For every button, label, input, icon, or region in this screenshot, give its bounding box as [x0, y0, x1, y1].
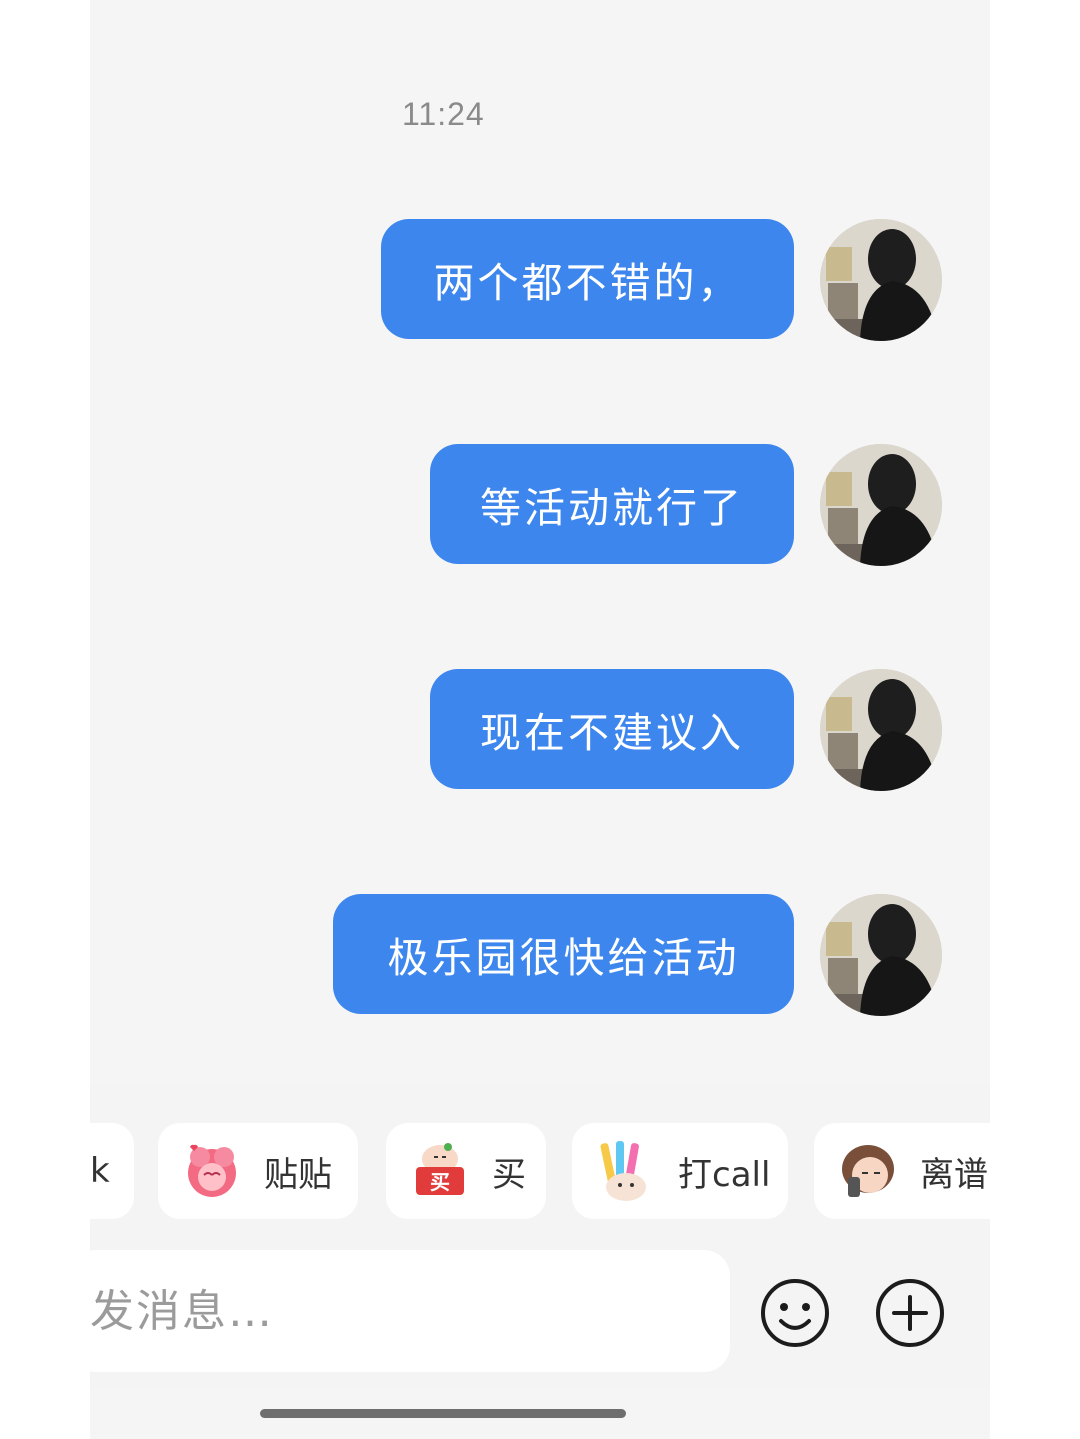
message-row: 两个都不错的， — [90, 219, 990, 341]
message-bubble[interactable]: 等活动就行了 — [430, 444, 794, 564]
quick-reply-label: 买 — [492, 1154, 526, 1195]
avatar-image — [820, 219, 942, 341]
avatar-image — [820, 669, 942, 791]
girl-phone-sticker-icon — [842, 1145, 894, 1197]
quick-reply-chip[interactable]: 打call — [572, 1123, 788, 1219]
quick-reply-chip[interactable]: 买 买 — [386, 1123, 546, 1219]
avatar-image — [820, 894, 942, 1016]
message-timestamp: 11:24 — [402, 96, 485, 132]
message-row: 等活动就行了 — [90, 444, 990, 566]
quick-reply-label: 打call — [678, 1154, 771, 1195]
avatar[interactable] — [820, 894, 942, 1016]
composer-bar — [90, 1245, 990, 1390]
message-row: 极乐园很快给活动 — [90, 894, 990, 1016]
pink-hug-sticker-icon — [188, 1144, 236, 1197]
smiley-icon[interactable] — [759, 1277, 831, 1349]
quick-reply-label: k — [90, 1151, 110, 1191]
avatar[interactable] — [820, 669, 942, 791]
avatar[interactable] — [820, 444, 942, 566]
plus-circle-icon[interactable] — [874, 1277, 946, 1349]
quick-reply-label: 贴贴 — [264, 1154, 332, 1195]
chat-screen: 11:24 两个都不错的， 等活动就行了 现在不建议入 极乐园很快给活动 k 贴… — [90, 0, 990, 1439]
message-bubble[interactable]: 极乐园很快给活动 — [333, 894, 794, 1014]
quick-reply-chip[interactable]: k — [90, 1123, 134, 1219]
message-input[interactable] — [90, 1250, 730, 1372]
glowstick-sticker-icon — [600, 1141, 646, 1201]
message-bubble[interactable]: 现在不建议入 — [430, 669, 794, 789]
home-indicator[interactable] — [260, 1409, 626, 1418]
quick-reply-chip[interactable]: 离谱 — [814, 1123, 990, 1219]
message-row: 现在不建议入 — [90, 669, 990, 791]
message-bubble[interactable]: 两个都不错的， — [381, 219, 794, 339]
quick-reply-chip[interactable]: 贴贴 — [158, 1123, 358, 1219]
quick-reply-label: 离谱 — [920, 1154, 988, 1195]
svg-text:买: 买 — [430, 1170, 450, 1194]
buy-sticker-icon: 买 — [416, 1143, 464, 1195]
avatar-image — [820, 444, 942, 566]
avatar[interactable] — [820, 219, 942, 341]
quick-reply-bar: k 贴贴 买 买 打call 离谱 — [90, 1085, 990, 1245]
